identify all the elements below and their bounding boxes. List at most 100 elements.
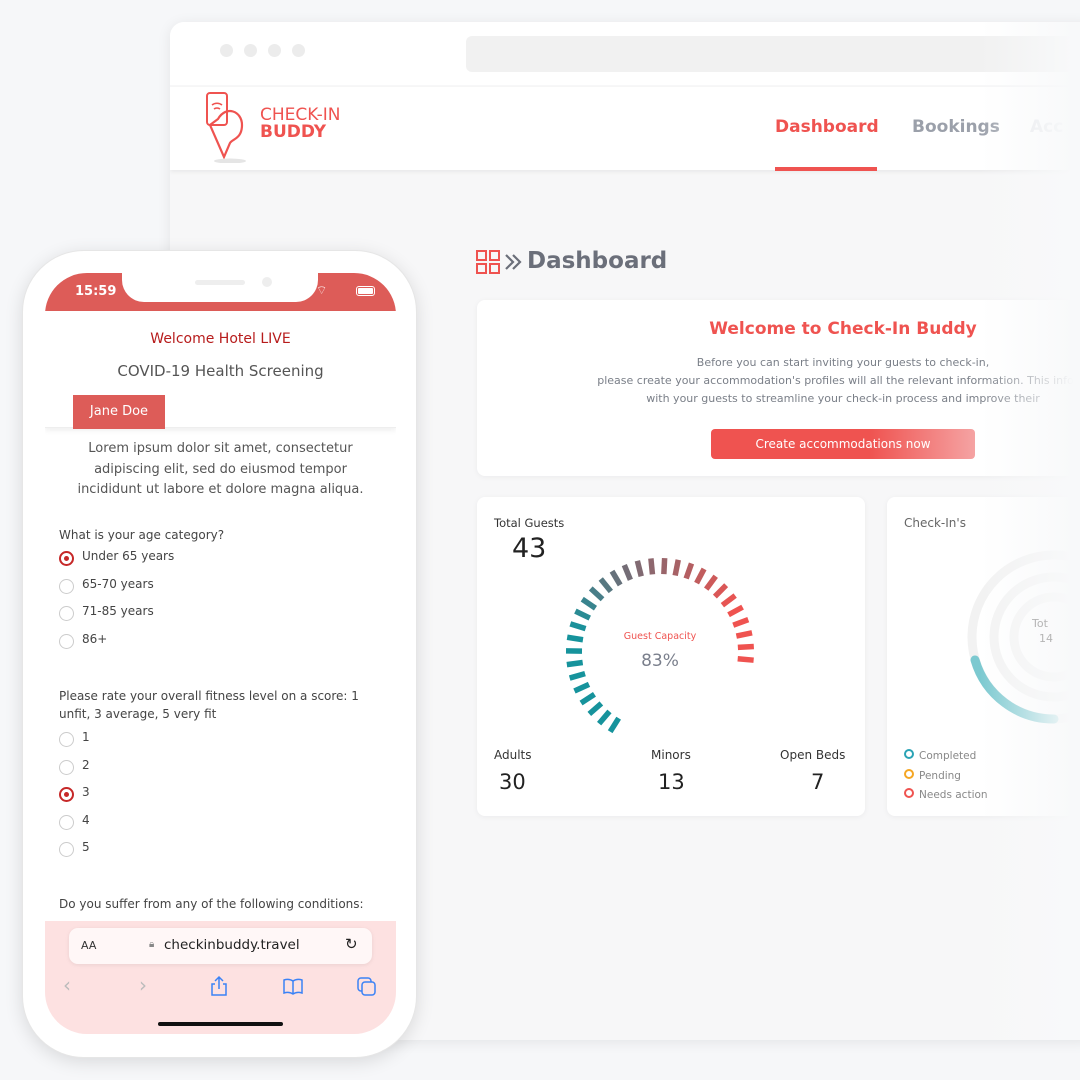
- completed-circle-icon: [904, 749, 914, 759]
- text-size-button[interactable]: AA: [81, 939, 96, 952]
- logo-icon: [206, 92, 246, 163]
- checkins-total-value: 14: [1039, 632, 1053, 645]
- radio-option-label[interactable]: 1: [82, 730, 90, 744]
- gauge-tick: [573, 681, 591, 694]
- forward-icon[interactable]: ›: [139, 973, 147, 997]
- radio-option-label[interactable]: 5: [82, 840, 90, 854]
- guest-tab-jane-doe[interactable]: Jane Doe: [73, 395, 165, 429]
- legend-pending: Pending: [904, 767, 988, 787]
- minors-value: 13: [658, 770, 685, 794]
- gauge-tick: [568, 670, 586, 681]
- radio-button[interactable]: [59, 606, 74, 621]
- adults-label: Adults: [494, 748, 532, 762]
- radio-button[interactable]: [59, 787, 74, 802]
- url-text[interactable]: checkinbuddy.travel: [164, 937, 300, 953]
- legend-completed: Completed: [904, 747, 988, 767]
- checkins-title: Check-In's: [904, 516, 966, 530]
- legend-needs-action: Needs action: [904, 786, 988, 806]
- nav-bookings[interactable]: Bookings: [912, 117, 1000, 137]
- gauge-tick: [683, 562, 695, 580]
- pending-circle-icon: [904, 768, 914, 779]
- status-bar: 15:59 ⌔: [45, 273, 396, 311]
- welcome-title: Welcome to Check-In Buddy: [709, 319, 977, 339]
- radio-button[interactable]: [59, 842, 74, 857]
- radio-option-label[interactable]: 86+: [82, 632, 107, 646]
- gauge-tick: [621, 563, 633, 581]
- adults-value: 30: [499, 770, 526, 794]
- hotel-name: Welcome Hotel LIVE: [150, 331, 291, 347]
- gauge-tick: [634, 560, 644, 577]
- radio-option-label[interactable]: 3: [82, 785, 90, 799]
- logo-text: CHECK-IN BUDDY: [260, 107, 341, 141]
- welcome-line: please create your accommodation's profi…: [597, 374, 1080, 387]
- radio-option-label[interactable]: 65-70 years: [82, 577, 154, 591]
- open-beds-label: Open Beds: [780, 748, 846, 762]
- gauge-label: Guest Capacity: [623, 631, 697, 642]
- welcome-line: with your guests to streamline your chec…: [646, 392, 1040, 405]
- question-age: What is your age category?: [59, 528, 225, 542]
- radio-button[interactable]: [59, 633, 74, 649]
- gauge-tick: [727, 604, 744, 618]
- lock-icon: 🔒︎: [149, 939, 155, 950]
- radio-option-label[interactable]: 4: [82, 813, 90, 827]
- radio-button[interactable]: [59, 814, 74, 830]
- logo-line2: BUDDY: [260, 122, 327, 142]
- radio-button[interactable]: [59, 551, 74, 566]
- app-navbar: CHECK-IN BUDDY Dashboard Bookings Acc: [170, 87, 1080, 171]
- radio-button[interactable]: [59, 759, 74, 775]
- intro-text: Lorem ipsum dolor sit amet, consectetur …: [77, 441, 364, 497]
- gauge-tick: [648, 558, 656, 575]
- total-guests-label: Total Guests: [494, 516, 565, 530]
- tabs-icon[interactable]: [356, 976, 378, 998]
- radio-option-label[interactable]: 71-85 years: [82, 604, 154, 618]
- legend-label: Completed: [919, 750, 977, 762]
- bookmarks-icon[interactable]: [282, 977, 304, 995]
- address-bar[interactable]: [466, 36, 1080, 72]
- gauge-tick: [720, 593, 737, 608]
- window-dot[interactable]: [268, 44, 281, 57]
- gauge-tick: [704, 574, 718, 591]
- share-icon[interactable]: [209, 975, 229, 997]
- form-header: Welcome Hotel LIVE COVID-19 Health Scree…: [45, 311, 396, 429]
- phone-frame: 15:59 ⌔ Welcome Hotel LIVE COVID-19 Heal…: [22, 250, 417, 1058]
- radio-button[interactable]: [59, 578, 74, 594]
- window-dot[interactable]: [292, 44, 305, 57]
- radio-option-label[interactable]: Under 65 years: [82, 549, 174, 563]
- gauge-tick: [737, 643, 754, 651]
- form-title: COVID-19 Health Screening: [117, 362, 324, 380]
- window-dot[interactable]: [220, 44, 233, 57]
- gauge-tick: [609, 569, 623, 587]
- gauge-tick: [588, 586, 605, 602]
- create-accommodations-button[interactable]: Create accommodations now: [711, 429, 975, 459]
- gauge-tick: [732, 617, 750, 628]
- status-time: 15:59: [75, 284, 117, 299]
- gauge-tick: [712, 583, 729, 599]
- checkins-legend: Completed Pending Needs action: [904, 747, 988, 806]
- back-icon[interactable]: ‹: [63, 973, 71, 997]
- grid-icon: [476, 250, 500, 274]
- radio-option-label[interactable]: 2: [82, 758, 90, 772]
- gauge-tick: [579, 692, 596, 706]
- open-beds-value: 7: [811, 770, 825, 794]
- home-indicator[interactable]: [158, 1022, 283, 1026]
- page-title: Dashboard: [527, 248, 668, 274]
- nav-dashboard[interactable]: Dashboard: [775, 117, 879, 137]
- radio-button[interactable]: [59, 732, 74, 747]
- welcome-line: Before you can start inviting your guest…: [696, 356, 990, 369]
- checkins-card: Check-In's Tot 14 Completed Pending Need…: [887, 497, 1080, 816]
- window-dot[interactable]: [244, 44, 257, 57]
- safari-url-bar[interactable]: AA 🔒︎ checkinbuddy.travel ↻: [69, 928, 372, 964]
- gauge-tick: [569, 621, 587, 632]
- wifi-icon: ⌔: [316, 283, 328, 297]
- minors-label: Minors: [651, 748, 691, 762]
- safari-toolbar: AA 🔒︎ checkinbuddy.travel ↻ ‹ ›: [45, 921, 396, 1034]
- legend-label: Pending: [919, 769, 961, 782]
- gauge-tick: [607, 716, 621, 734]
- nav-accommodations[interactable]: Acc: [1030, 117, 1063, 137]
- completed-arc: [970, 655, 1059, 724]
- welcome-card: Welcome to Check-In Buddy Before you can…: [477, 300, 1080, 476]
- gauge-tick: [672, 559, 681, 577]
- gauge-tick: [661, 557, 668, 575]
- checkins-total-label: Tot: [1032, 617, 1048, 630]
- reload-icon[interactable]: ↻: [345, 935, 358, 953]
